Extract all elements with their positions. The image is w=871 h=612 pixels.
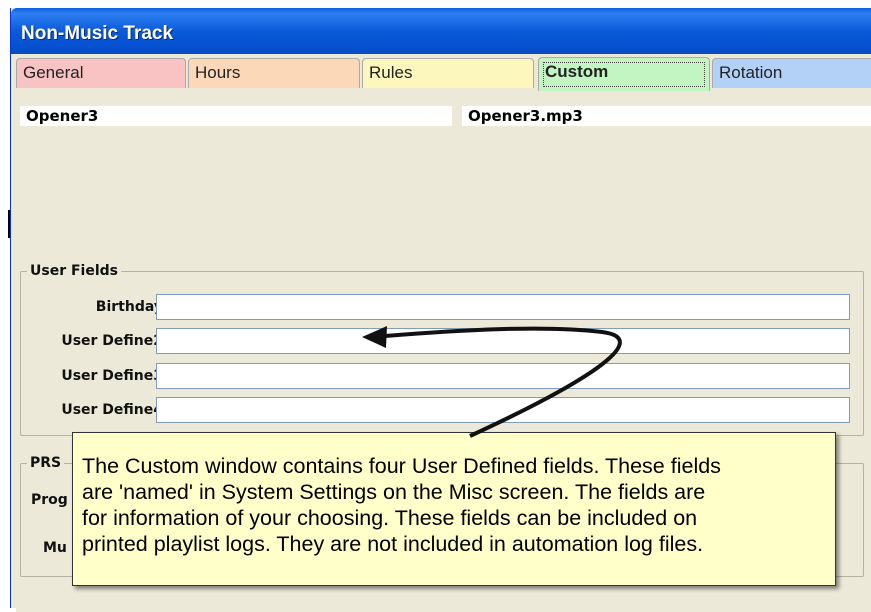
user-define3-input[interactable] xyxy=(156,363,850,389)
tab-rules[interactable]: Rules xyxy=(362,58,534,88)
field-row-user-define3: User Define3 xyxy=(21,363,863,391)
track-filename-display: Opener3.mp3 xyxy=(462,106,871,126)
track-name-display: Opener3 xyxy=(20,106,452,126)
callout-line-4: printed playlist logs. They are not incl… xyxy=(82,532,704,556)
window-title: Non-Music Track xyxy=(21,23,174,44)
explanation-callout: The Custom window contains four User Def… xyxy=(72,432,836,586)
user-define4-input[interactable] xyxy=(156,397,850,423)
birthday-input[interactable] xyxy=(156,294,850,320)
title-bar[interactable]: Non-Music Track xyxy=(11,8,871,54)
tab-hours[interactable]: Hours xyxy=(188,58,360,88)
callout-line-1: The Custom window contains four User Def… xyxy=(82,454,721,478)
user-define3-label: User Define3 xyxy=(61,368,163,384)
callout-line-2: are 'named' in System Settings on the Mi… xyxy=(82,480,706,504)
user-fields-legend: User Fields xyxy=(27,263,121,279)
birthday-label: Birthday xyxy=(95,299,163,315)
prs-legend: PRS xyxy=(27,455,65,471)
tab-rotation-label: Rotation xyxy=(719,63,783,82)
tab-general[interactable]: General xyxy=(16,58,186,88)
tab-rotation[interactable]: Rotation xyxy=(712,58,871,88)
user-fields-group: User Fields Birthday User Define2 User D… xyxy=(20,263,864,436)
user-define2-input[interactable] xyxy=(156,328,850,354)
field-row-user-define2: User Define2 xyxy=(21,328,863,356)
tab-custom-label: Custom xyxy=(545,62,609,81)
prs-mu-label: Mu xyxy=(43,540,67,556)
field-row-user-define4: User Define4 xyxy=(21,397,863,425)
field-row-birthday: Birthday xyxy=(21,294,863,322)
prs-prog-label: Prog xyxy=(31,492,68,508)
tab-custom[interactable]: Custom xyxy=(538,57,710,91)
tab-general-label: General xyxy=(23,63,84,82)
tab-strip: General Hours Rules Custom Rotation xyxy=(16,57,871,92)
user-define2-label: User Define2 xyxy=(61,333,163,349)
user-define4-label: User Define4 xyxy=(61,402,163,418)
callout-line-3: for information of your choosing. These … xyxy=(82,506,698,530)
tab-hours-label: Hours xyxy=(195,63,241,82)
tab-rules-label: Rules xyxy=(369,63,413,82)
